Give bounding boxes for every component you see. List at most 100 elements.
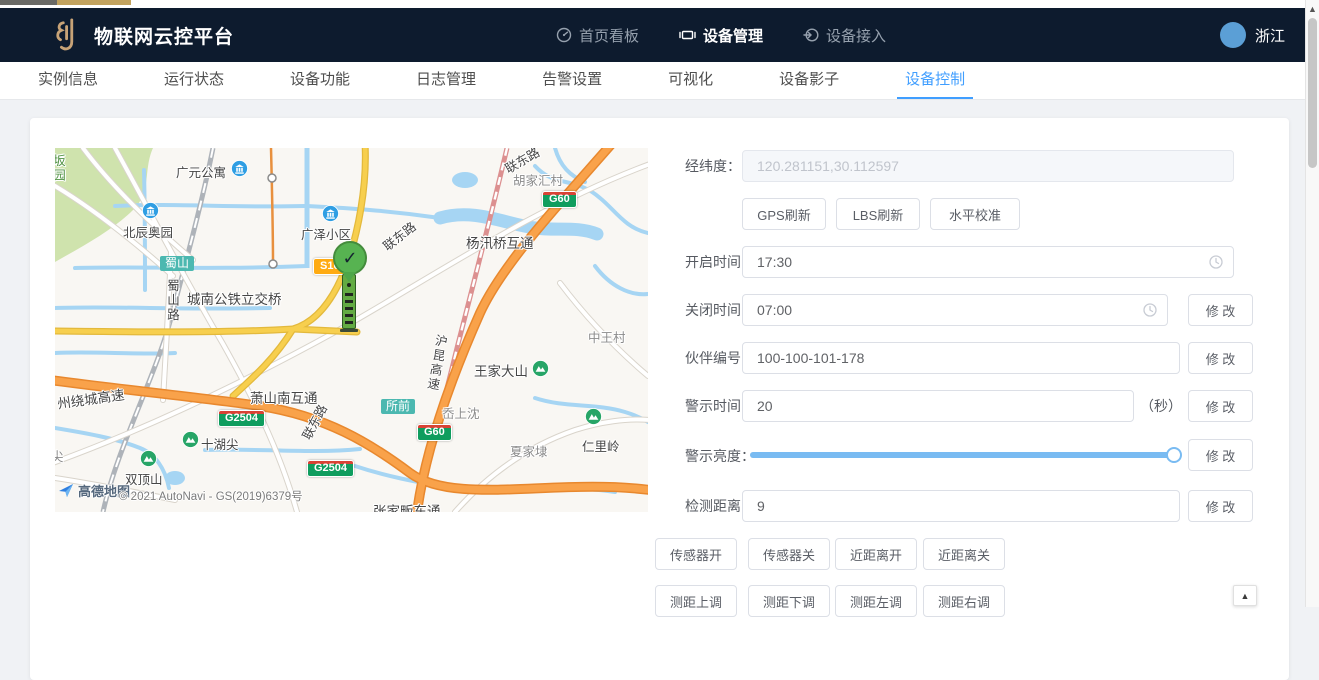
road-badge-g2504: G2504 xyxy=(307,460,354,477)
warn-time-input[interactable] xyxy=(755,397,1123,415)
partner-input[interactable] xyxy=(755,349,1169,367)
modify-distance-button[interactable]: 修 改 xyxy=(1188,490,1253,522)
scrollbar-thumb[interactable] xyxy=(1308,18,1317,168)
nav-item-device-access[interactable]: 设备接入 xyxy=(803,25,886,46)
road-badge-g60: G60 xyxy=(417,424,452,441)
map-label: 坂园 xyxy=(55,154,68,183)
modify-warn-time-button[interactable]: 修 改 xyxy=(1188,390,1253,422)
open-time-field[interactable] xyxy=(742,246,1234,278)
map-label: 王家大山 xyxy=(474,360,528,380)
map-label: 广元公寓 xyxy=(176,162,226,181)
user-menu[interactable]: 浙江 xyxy=(1220,8,1285,62)
level-calibrate-button[interactable]: 水平校准 xyxy=(930,198,1020,230)
tab-log-management[interactable]: 日志管理 xyxy=(408,62,484,99)
range-left-button[interactable]: 测距左调 xyxy=(835,585,917,617)
map-label: 岙上沈 xyxy=(442,403,480,422)
brand[interactable]: 物联网云控平台 xyxy=(52,8,234,62)
modify-close-time-button[interactable]: 修 改 xyxy=(1188,294,1253,326)
brightness-slider-bar xyxy=(750,452,1174,458)
mountain-icon xyxy=(140,450,157,467)
back-to-top-button[interactable]: ▲ xyxy=(1233,585,1257,606)
up-arrow-icon: ▲ xyxy=(1241,591,1250,601)
scrollbar-up-arrow[interactable]: ▲ xyxy=(1306,2,1319,16)
building-icon xyxy=(142,202,159,219)
sensor-on-button[interactable]: 传感器开 xyxy=(655,538,737,570)
scrollbar[interactable]: ▲ xyxy=(1305,0,1319,607)
access-icon xyxy=(803,27,819,43)
check-icon: ✓ xyxy=(342,248,357,269)
latlng-field xyxy=(742,150,1234,182)
lbs-refresh-button[interactable]: LBS刷新 xyxy=(836,198,920,230)
map-label: 中王村 xyxy=(588,327,626,346)
device-pole-marker[interactable] xyxy=(342,274,356,329)
open-time-input[interactable] xyxy=(755,253,1209,271)
town-badge: 所前 xyxy=(381,399,415,414)
pole-stripes xyxy=(345,293,353,325)
modify-partner-button[interactable]: 修 改 xyxy=(1188,342,1253,374)
tab-visualization[interactable]: 可视化 xyxy=(660,62,721,99)
close-time-input[interactable] xyxy=(755,301,1143,319)
nav-item-device-management[interactable]: 设备管理 xyxy=(679,25,763,46)
amap-plane-icon xyxy=(58,482,75,499)
warn-time-unit: （秒） xyxy=(1140,390,1182,422)
tab-device-functions[interactable]: 设备功能 xyxy=(282,62,358,99)
mountain-icon xyxy=(585,408,602,425)
device-status-pin[interactable]: ✓ xyxy=(333,241,367,275)
avatar[interactable] xyxy=(1220,22,1246,48)
clock-icon xyxy=(1209,255,1223,269)
range-up-button[interactable]: 测距上调 xyxy=(655,585,737,617)
top-edge-segment-dark xyxy=(0,0,57,5)
tab-device-shadow[interactable]: 设备影子 xyxy=(771,62,847,99)
map-label: 北辰奥园 xyxy=(123,222,173,241)
tab-instance-info[interactable]: 实例信息 xyxy=(30,62,106,99)
tab-alarm-settings[interactable]: 告警设置 xyxy=(534,62,610,99)
tab-device-control[interactable]: 设备控制 xyxy=(897,62,973,99)
nav-item-label: 首页看板 xyxy=(579,25,639,46)
map-copyright: © 2021 AutoNavi - GS(2019)6379号 xyxy=(119,488,303,504)
map-label: 萧山南互通 xyxy=(250,387,318,407)
range-down-button[interactable]: 测距下调 xyxy=(748,585,830,617)
tabs: 实例信息 运行状态 设备功能 日志管理 告警设置 可视化 设备影子 设备控制 xyxy=(0,62,1305,99)
brightness-slider[interactable] xyxy=(750,452,1174,458)
main-nav: 首页看板 设备管理 设备接入 xyxy=(556,8,886,62)
proximity-on-button[interactable]: 近距离开 xyxy=(835,538,917,570)
map-label: 胡家汇村 xyxy=(513,170,563,189)
map-label: 广泽小区 xyxy=(301,224,351,243)
map-label: 杨汛桥互通 xyxy=(466,232,534,252)
clock-icon xyxy=(1143,303,1157,317)
distance-field[interactable] xyxy=(742,490,1180,522)
partner-field[interactable] xyxy=(742,342,1180,374)
tabs-bar: 实例信息 运行状态 设备功能 日志管理 告警设置 可视化 设备影子 设备控制 xyxy=(0,62,1305,100)
map-label: 仁里岭 xyxy=(582,436,620,455)
road-badge-g60: G60 xyxy=(542,191,577,208)
map[interactable]: 广元公寓 北辰奥园 广泽小区 城南公铁立交桥 蜀山路 胡家汇村 杨汛桥互通 中王… xyxy=(55,148,648,512)
map-label: 城南公铁立交桥 xyxy=(187,288,282,308)
proximity-off-button[interactable]: 近距离关 xyxy=(923,538,1005,570)
map-label: 尖 xyxy=(55,446,64,465)
tab-running-status[interactable]: 运行状态 xyxy=(156,62,232,99)
brightness-slider-handle[interactable] xyxy=(1166,447,1182,463)
modify-brightness-button[interactable]: 修 改 xyxy=(1188,439,1253,471)
map-label: 夏家埭 xyxy=(510,441,548,460)
map-label: 十湖尖 xyxy=(201,434,239,453)
building-icon xyxy=(322,205,339,222)
top-edge-strip xyxy=(0,0,1319,8)
range-right-button[interactable]: 测距右调 xyxy=(923,585,1005,617)
app-title: 物联网云控平台 xyxy=(94,22,234,49)
sensor-off-button[interactable]: 传感器关 xyxy=(748,538,830,570)
distance-input[interactable] xyxy=(755,497,1169,515)
warn-time-field[interactable] xyxy=(742,390,1134,422)
nav-item-dashboard[interactable]: 首页看板 xyxy=(556,25,639,46)
close-time-field[interactable] xyxy=(742,294,1168,326)
mountain-icon xyxy=(182,431,199,448)
display-icon xyxy=(679,27,696,43)
nav-item-label: 设备管理 xyxy=(703,25,763,46)
road-badge-g2504: G2504 xyxy=(218,410,265,427)
pole-base xyxy=(340,329,358,332)
user-name: 浙江 xyxy=(1255,25,1285,46)
latlng-label: 经纬度： xyxy=(685,150,741,182)
gps-refresh-button[interactable]: GPS刷新 xyxy=(742,198,826,230)
logo-icon xyxy=(52,15,84,55)
pole-light-dot xyxy=(347,283,351,287)
map-label: 双顶山 xyxy=(125,469,163,488)
